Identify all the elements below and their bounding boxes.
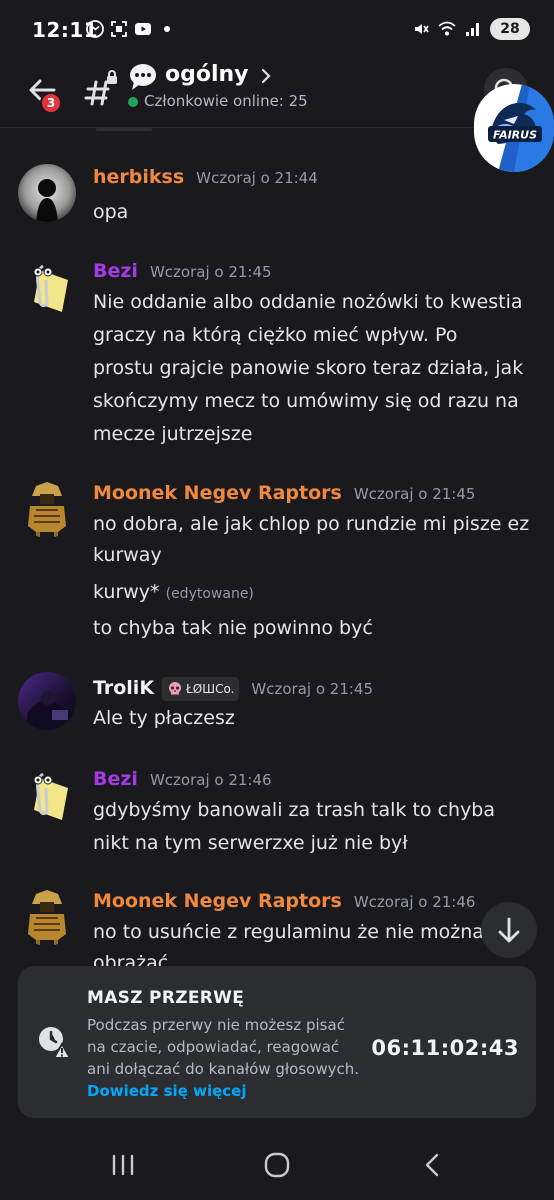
timestamp: Wczoraj o 21:45 <box>149 263 272 281</box>
message-header: Moonek Negev Raptors Wczoraj o 21:45 <box>93 482 475 504</box>
avatar[interactable] <box>18 258 76 316</box>
timeout-description: Podczas przerwy nie możesz pisać na czac… <box>87 1014 377 1080</box>
timestamp: Wczoraj o 21:45 <box>353 485 476 503</box>
unread-badge: 3 <box>40 92 62 114</box>
arrow-down-icon <box>498 917 520 943</box>
guild-tag[interactable]: ŁØШCo. <box>162 677 240 701</box>
edited-label: (edytowane) <box>165 586 254 602</box>
message-text: gdybyśmy banowali za trash talk to chyba <box>93 799 496 821</box>
timestamp: Wczoraj o 21:46 <box>149 771 272 789</box>
scroll-to-bottom-button[interactable] <box>481 902 537 958</box>
message-text: skończymy mecz to umówimy się od razu na <box>93 390 519 412</box>
author-name[interactable]: Moonek Negev Raptors <box>93 482 342 504</box>
channel-name[interactable]: ogólny <box>165 62 249 87</box>
message-text: kurway <box>93 544 162 566</box>
guild-tag-label: ŁØШCo. <box>186 682 235 696</box>
message-text: no to usuńcie z regulaminu że nie można <box>93 921 484 943</box>
message-text: Nie oddanie albo oddanie nożówki to kwes… <box>93 291 523 313</box>
signal-icon <box>466 23 479 36</box>
status-system-icons: 28 <box>412 18 530 40</box>
message-header: herbikss Wczoraj o 21:44 <box>93 166 318 188</box>
message-text: kurwy* <box>93 581 160 603</box>
back-icon[interactable] <box>418 1150 448 1180</box>
status-notifications <box>86 20 170 38</box>
message-header: TroliK ŁØШCo. Wczoraj o 21:45 <box>93 674 374 701</box>
scroll-stub <box>96 128 152 131</box>
timestamp: Wczoraj o 21:44 <box>196 169 318 187</box>
wifi-icon <box>438 21 456 36</box>
timeout-title: MASZ PRZERWĘ <box>87 988 245 1008</box>
author-name[interactable]: TroliK <box>93 677 154 699</box>
home-icon[interactable] <box>262 1150 292 1180</box>
message-list[interactable]: herbikss Wczoraj o 21:44 opa Bezi Wczora… <box>0 128 554 968</box>
chevron-right-icon[interactable] <box>258 66 274 86</box>
timeout-description-line: ani dołączać do kanałów głosowych. <box>87 1060 359 1078</box>
screenshot-icon <box>111 21 127 37</box>
youtube-icon <box>135 23 151 35</box>
avatar[interactable] <box>18 888 76 946</box>
message-text: no dobra, ale jak chlop po rundzie mi pi… <box>93 513 530 535</box>
message-text: obrażać <box>93 952 169 968</box>
message-text: opa <box>93 201 129 223</box>
speech-bubble-icon <box>130 64 156 90</box>
timeout-banner: MASZ PRZERWĘ Podczas przerwy nie możesz … <box>18 966 536 1118</box>
recent-apps-icon[interactable] <box>108 1150 138 1180</box>
message-text: graczy na którą ciężko mieć wpływ. Po <box>93 324 458 346</box>
message-text: to chyba tak nie powinno być <box>93 617 373 639</box>
message-header: Bezi Wczoraj o 21:45 <box>93 260 272 282</box>
online-dot <box>128 97 138 107</box>
message-header: Moonek Negev Raptors Wczoraj o 21:46 <box>93 890 475 912</box>
learn-more-link[interactable]: Dowiedz się więcej <box>87 1082 246 1100</box>
system-nav-bar <box>0 1130 554 1200</box>
channel-header: 3 ogólny Członkowie online: 25 <box>0 60 554 128</box>
message-text: prostu grajcie panowie skoro teraz dział… <box>93 357 524 379</box>
online-count: Członkowie online: 25 <box>144 92 308 110</box>
author-name[interactable]: herbikss <box>93 166 184 188</box>
timestamp: Wczoraj o 21:45 <box>251 680 374 698</box>
avatar[interactable] <box>18 766 76 824</box>
avatar[interactable] <box>18 164 76 222</box>
message-followup: kurwy* (edytowane) <box>93 577 538 609</box>
author-name[interactable]: Bezi <box>93 768 138 790</box>
message-header: Bezi Wczoraj o 21:46 <box>93 768 272 790</box>
status-bar: 12:11 28 <box>0 0 554 60</box>
message-text: mecze jutrzejsze <box>93 423 253 445</box>
battery-indicator: 28 <box>490 18 530 40</box>
message-text: nikt na tym serwerzxe już nie był <box>93 832 408 854</box>
timeout-timer: 06:11:02:43 <box>371 1036 519 1060</box>
skull-icon <box>169 682 182 695</box>
author-name[interactable]: Bezi <box>93 260 138 282</box>
timeout-description-line: Podczas przerwy nie możesz pisać <box>87 1016 345 1034</box>
mute-icon <box>415 24 429 34</box>
messenger-icon <box>86 20 104 38</box>
timestamp: Wczoraj o 21:46 <box>353 893 476 911</box>
more-notifications-dot <box>164 26 170 32</box>
author-name[interactable]: Moonek Negev Raptors <box>93 890 342 912</box>
avatar[interactable] <box>18 672 76 730</box>
timeout-description-line: na czacie, odpowiadać, reagować <box>87 1038 340 1056</box>
clock-warning-icon <box>39 1027 72 1059</box>
locked-hash-icon <box>84 70 117 106</box>
avatar[interactable] <box>18 480 76 538</box>
message-text: Ale ty płaczesz <box>93 707 235 729</box>
